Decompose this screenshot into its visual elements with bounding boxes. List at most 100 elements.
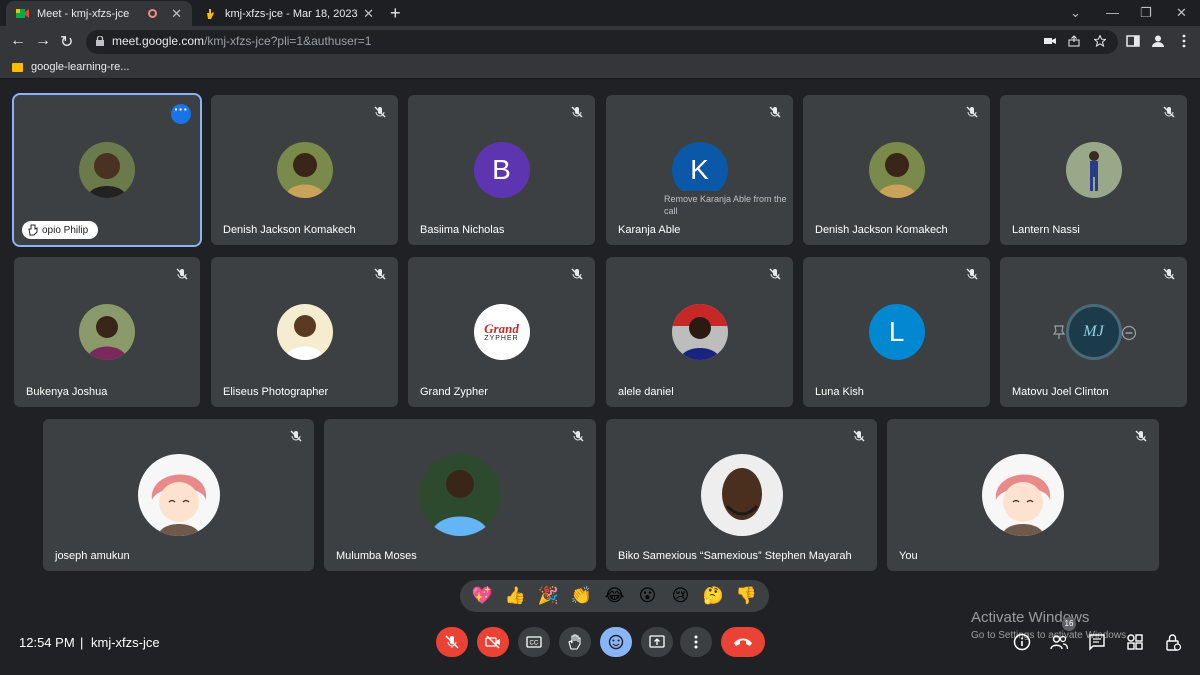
chat-icon[interactable] [1088,633,1106,651]
url-text: meet.google.com/kmj-xfzs-jce?pli=1&authu… [112,34,372,48]
tab-title: Meet - kmj-xfzs-jce [37,7,130,20]
participant-tile[interactable]: Eliseus Photographer [211,257,398,407]
participant-tile[interactable]: L Luna Kish [803,257,990,407]
participant-name: You [899,550,918,562]
participant-name: Luna Kish [815,386,864,398]
folder-icon [12,62,23,72]
profile-icon[interactable] [1151,34,1165,48]
remove-icon[interactable] [1121,325,1137,341]
captions-button[interactable]: CC [518,627,550,657]
leave-call-button[interactable] [721,627,765,657]
avatar [700,454,783,536]
mic-off-icon [966,106,978,118]
mic-off-icon [571,268,583,280]
remove-participant-tooltip: Remove Karanja Able from the call [662,191,793,219]
participant-tile[interactable]: Denish Jackson Komakech [803,95,990,245]
reaction-clap[interactable]: 👏 [565,580,598,612]
tab-title: kmj-xfzs-jce - Mar 18, 2023 - Goo [225,7,359,20]
tab-recording-doc[interactable]: kmj-xfzs-jce - Mar 18, 2023 - Goo ✕ [194,1,384,26]
reaction-thumbs-down[interactable]: 👎 [730,580,763,612]
avatar [137,454,220,536]
participant-name: Mulumba Moses [336,550,417,562]
camera-off-icon [485,635,500,649]
reaction-party[interactable]: 🎉 [532,580,565,612]
avatar [868,142,925,198]
tab-meet[interactable]: Meet - kmj-xfzs-jce ✕ [6,1,192,26]
reaction-sad[interactable]: 😢 [664,580,697,612]
participants-count-badge: 16 [1062,617,1076,631]
reload-icon[interactable]: ↻ [60,32,73,52]
minimize-icon[interactable]: — [1106,5,1119,20]
forward-icon[interactable]: → [35,32,51,50]
mic-toggle-button[interactable] [436,627,468,657]
letter-avatar: L [868,304,925,360]
participant-tile[interactable]: B Basiima Nicholas [408,95,595,245]
new-tab-icon[interactable]: + [390,3,401,24]
participant-tile[interactable]: You [887,419,1159,571]
raised-hand-icon [28,224,38,236]
svg-text:CC: CC [530,641,539,647]
window-close-icon[interactable]: ✕ [1176,5,1187,21]
mic-off-icon [769,268,781,280]
participant-tile[interactable]: K Remove Karanja Able from the call Kara… [606,95,793,245]
present-button[interactable] [641,627,673,657]
activities-icon[interactable] [1126,633,1144,651]
reaction-surprised[interactable]: 😮 [631,580,664,612]
participant-name: Grand Zypher [420,386,488,398]
participant-tile[interactable]: Mulumba Moses [324,419,596,571]
reaction-thinking[interactable]: 🤔 [697,580,730,612]
menu-kebab-icon[interactable] [1177,34,1191,48]
reaction-heart[interactable]: 💖 [466,580,499,612]
participant-tile[interactable]: Grand ZYPHER Grand Zypher [408,257,595,407]
participant-tile[interactable]: Lantern Nassi [1000,95,1187,245]
pin-icon[interactable] [1052,324,1066,340]
participant-tile[interactable]: Bukenya Joshua [14,257,200,407]
back-icon[interactable]: ← [10,32,26,50]
avatar [1065,142,1122,198]
more-options-button[interactable] [680,627,712,657]
present-screen-icon [649,635,665,648]
participant-tile[interactable]: ··· opio Philip [12,93,202,247]
raise-hand-button[interactable] [559,627,591,657]
mic-off-icon [966,268,978,280]
participant-name: Basiima Nicholas [420,224,505,236]
reaction-laugh[interactable]: 😂 [598,580,631,612]
host-controls-icon[interactable] [1164,633,1182,651]
avatar [982,454,1064,536]
mic-off-icon [572,430,584,442]
emoji-icon [608,634,624,650]
participant-tile[interactable]: Denish Jackson Komakech [211,95,398,245]
hand-icon [568,634,581,650]
side-panel-icon[interactable] [1126,34,1140,48]
reaction-thumbs-up[interactable]: 👍 [499,580,532,612]
close-tab-icon[interactable]: ✕ [171,6,182,22]
camera-toggle-button[interactable] [477,627,509,657]
bookmark-star-icon[interactable] [1094,35,1106,47]
reactions-button[interactable] [600,627,632,657]
hand-favicon-icon [207,9,214,19]
restore-icon[interactable]: ❐ [1140,5,1152,21]
bookmark-folder[interactable]: google-learning-re... [12,61,129,73]
participant-tile[interactable]: joseph amukun [43,419,314,571]
watermark-title: Activate Windows [971,609,1090,626]
mic-off-icon [290,430,302,442]
more-options-icon[interactable]: ··· [171,102,191,124]
participant-name: Karanja Able [618,224,681,236]
participant-tile[interactable]: MJ Matovu Joel Clinton [1000,257,1187,407]
meeting-details-icon[interactable] [1013,633,1031,651]
share-icon[interactable] [1068,35,1080,47]
mic-off-icon [1163,106,1175,118]
participant-tile[interactable]: alele daniel [606,257,793,407]
tab-search-icon[interactable]: ⌄ [1070,5,1081,21]
participant-name: Lantern Nassi [1012,224,1080,236]
close-tab-icon[interactable]: ✕ [363,6,374,22]
avatar [419,454,501,536]
address-bar[interactable]: meet.google.com/kmj-xfzs-jce?pli=1&authu… [86,30,1118,54]
logo-avatar: MJ [1065,304,1122,360]
recording-indicator-icon [148,9,158,18]
mic-off-icon [1135,430,1147,442]
camera-icon[interactable] [1044,35,1056,47]
people-icon[interactable] [1050,633,1068,651]
participant-tile[interactable]: Biko Samexious “Samexious” Stephen Mayar… [606,419,877,571]
letter-avatar: K [671,142,728,198]
